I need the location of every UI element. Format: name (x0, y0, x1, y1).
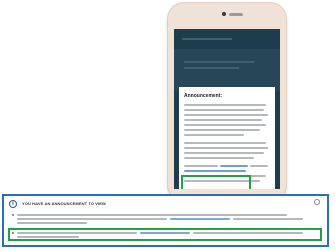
app-hero-text (184, 67, 239, 69)
speaker-icon (229, 13, 243, 16)
info-icon: i (9, 200, 17, 208)
announcement-link[interactable] (184, 170, 246, 172)
announcement-text-line (184, 134, 244, 136)
app-header (174, 29, 280, 49)
announcement-text-line (184, 109, 264, 111)
announcement-text-line (250, 165, 268, 167)
banner-text-line (233, 218, 303, 220)
highlight-box (8, 228, 322, 241)
phone-top-bezel (167, 2, 287, 29)
phone-screen: Announcement: (174, 29, 280, 189)
announcement-text-line (184, 124, 266, 126)
banner-link[interactable] (170, 218, 230, 220)
announcement-text-line (184, 119, 262, 121)
banner-text-line (17, 214, 287, 216)
app-hero (174, 49, 280, 91)
announcement-text-line (184, 157, 254, 159)
announcement-card: Announcement: (179, 87, 275, 189)
phone-mockup: Announcement: (167, 2, 287, 202)
announcement-text-line (184, 104, 266, 106)
app-header-text (182, 38, 232, 40)
announcement-text-line (184, 165, 218, 167)
announcement-text-line (184, 114, 268, 116)
announcement-link[interactable] (220, 165, 248, 167)
announcement-banner: i YOU HAVE AN ANNOUNCEMENT TO VIEW (2, 194, 329, 247)
front-camera-icon (222, 12, 226, 16)
announcement-text-line (184, 129, 260, 131)
banner-text-line (17, 218, 167, 220)
announcement-text-line (184, 152, 264, 154)
close-icon[interactable] (314, 199, 320, 205)
bullet-icon (12, 214, 14, 216)
app-hero-text (184, 61, 254, 63)
announcement-text-line (184, 147, 268, 149)
highlight-box (181, 175, 251, 189)
banner-title: YOU HAVE AN ANNOUNCEMENT TO VIEW (22, 201, 106, 206)
announcement-card-title: Announcement: (184, 93, 223, 99)
announcement-text-line (184, 142, 266, 144)
banner-text-line (17, 222, 87, 224)
